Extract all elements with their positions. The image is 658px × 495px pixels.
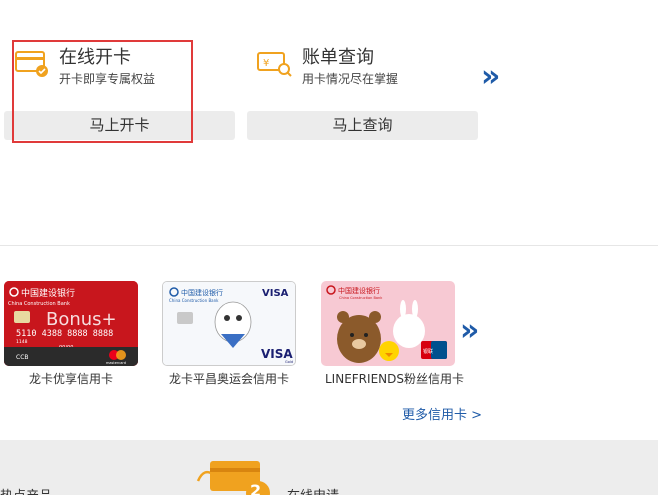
card-bank-name: 中国建设银行 — [21, 287, 75, 299]
more-cards-link[interactable]: 更多信用卡 > — [402, 404, 482, 423]
service-subtitle-bill-query: 用卡情况尽在掌握 — [302, 72, 399, 86]
svg-text:Gold: Gold — [285, 360, 293, 364]
card-name-bonus[interactable]: 龙卡优享信用卡 — [29, 370, 113, 387]
svg-text:China Construction Bank: China Construction Bank — [339, 296, 383, 300]
card-image-bonus[interactable]: 中国建设银行 China Construction Bank Bonus+ 51… — [4, 281, 138, 366]
svg-text:VISA: VISA — [261, 347, 293, 361]
card-name-linefriends[interactable]: LINEFRIENDS粉丝信用卡 — [325, 370, 464, 387]
service-title-bill-query: 账单查询 — [302, 47, 374, 68]
section-divider — [0, 245, 658, 246]
highlight-box — [12, 40, 193, 143]
svg-text:China Construction Bank: China Construction Bank — [8, 301, 70, 307]
svg-text:1148: 1148 — [16, 339, 28, 345]
apply-online-badge: 2 — [250, 481, 262, 495]
svg-text:中国建设银行: 中国建设银行 — [181, 288, 223, 297]
card-image-linefriends[interactable]: 中国建设银行 China Construction Bank 银联 — [321, 281, 455, 366]
apply-online-label[interactable]: 在线申请 — [287, 485, 339, 495]
apply-online-icon — [196, 459, 276, 495]
svg-text:5110 4388 8888 8888: 5110 4388 8888 8888 — [16, 329, 113, 339]
svg-text:VISA: VISA — [262, 288, 289, 299]
card-name-olympic[interactable]: 龙卡平昌奥运会信用卡 — [169, 370, 289, 387]
bill-query-button[interactable]: 马上查询 — [247, 111, 478, 140]
svg-text:China Construction Bank: China Construction Bank — [169, 298, 219, 303]
svg-text:CCB: CCB — [16, 354, 29, 361]
svg-text:Bonus+: Bonus+ — [46, 309, 117, 330]
svg-text:mastercard: mastercard — [106, 361, 126, 365]
svg-text:中国建设银行: 中国建设银行 — [338, 286, 380, 295]
services-next-arrow-icon[interactable]: » — [481, 62, 501, 92]
svg-text:银联: 银联 — [423, 348, 433, 355]
cards-next-arrow-icon[interactable]: » — [460, 316, 480, 346]
svg-text:¥: ¥ — [263, 58, 269, 69]
hot-products-label[interactable]: 热点产品 — [0, 485, 52, 495]
bill-search-icon: ¥ — [256, 49, 294, 83]
card-image-olympic[interactable]: 中国建设银行 China Construction Bank VISA VISA… — [162, 281, 296, 366]
